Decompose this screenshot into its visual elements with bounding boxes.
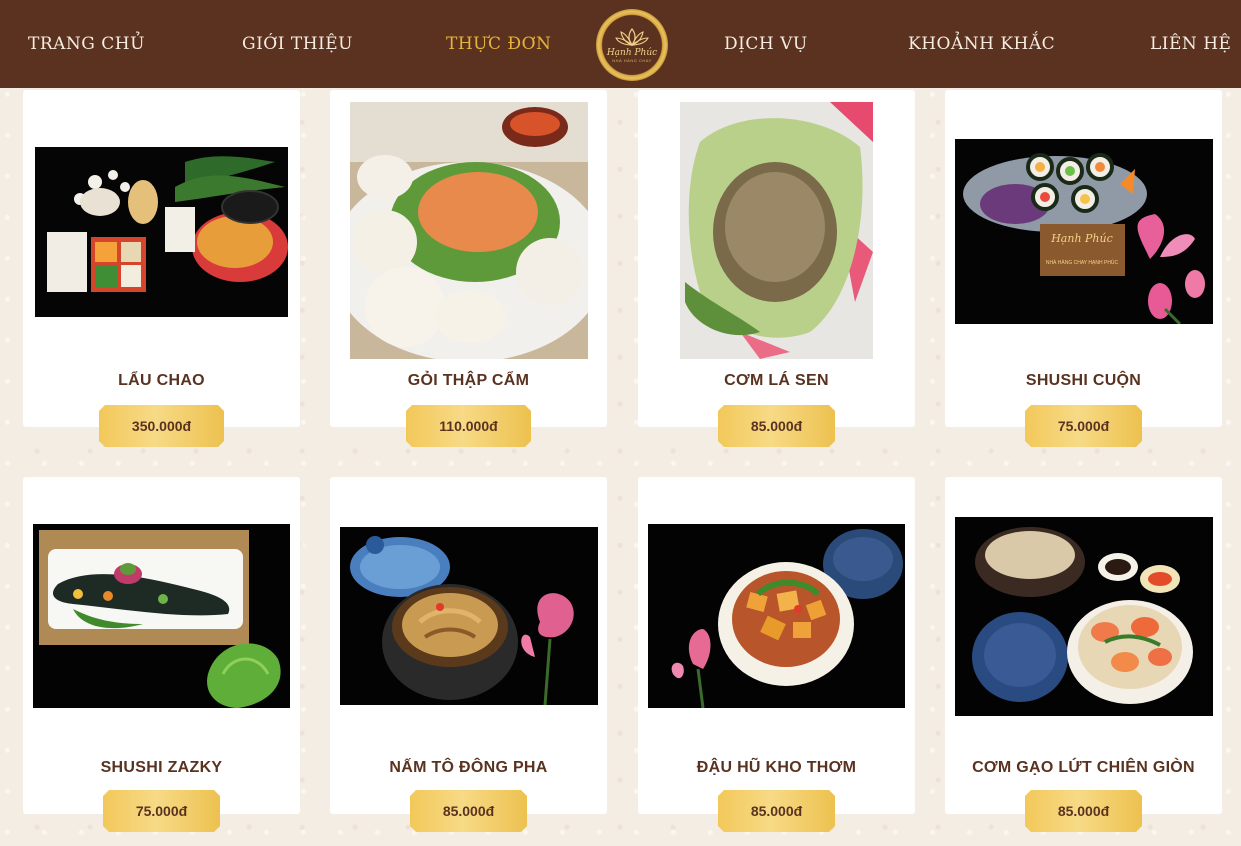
price-tag[interactable]: 85.000đ [718,405,835,447]
menu-card[interactable]: CƠM GẠO LỨT CHIÊN GIÒN 85.000đ [945,477,1222,814]
menu-card[interactable]: NẤM TÔ ĐÔNG PHA 85.000đ [330,477,607,814]
dish-photo-lotus-rice [680,102,873,359]
menu-card[interactable]: ĐẬU HŨ KHO THƠM 85.000đ [638,477,915,814]
dish-photo-crispy-rice [955,517,1213,716]
dish-photo-braised-tofu [648,524,905,708]
menu-card[interactable]: SHUSHI ZAZKY 75.000đ [23,477,300,814]
dish-photo-salad [350,102,588,359]
nav-item-about[interactable]: GIỚI THIỆU [242,0,353,88]
menu-card[interactable]: CƠM LÁ SEN 85.000đ [638,90,915,427]
price-tag[interactable]: 75.000đ [1025,405,1142,447]
dish-name: SHUSHI CUỘN [1025,372,1142,389]
price-tag[interactable]: 110.000đ [406,405,531,447]
nav-item-contact[interactable]: LIÊN HỆ [1150,0,1231,88]
dish-photo-sushi-zazky [33,524,290,708]
price-tag[interactable]: 350.000đ [99,405,224,447]
dish-name: LẨU CHAO [118,372,205,389]
price-tag[interactable]: 85.000đ [718,790,835,832]
dish-name: CƠM GẠO LỨT CHIÊN GIÒN [972,759,1195,776]
nav-item-menu[interactable]: THỰC ĐƠN [446,0,551,88]
dish-photo-hotpot [35,147,288,317]
price-tag[interactable]: 85.000đ [1025,790,1142,832]
nav-item-home[interactable]: TRANG CHỦ [28,0,145,88]
menu-card[interactable]: GỎI THẬP CẨM 110.000đ [330,90,607,427]
dish-photo-mushroom-pot [340,527,598,705]
photo-card-name: Hạnh Phúc [1050,232,1113,245]
dish-photo-sushi-rolls: Hạnh Phúc NHÀ HÀNG CHAY HẠNH PHÚC [955,139,1213,324]
photo-card-subtitle: NHÀ HÀNG CHAY HẠNH PHÚC [1046,259,1119,266]
top-navbar: TRANG CHỦ GIỚI THIỆU THỰC ĐƠN Hạnh Phúc … [0,0,1241,88]
logo-name: Hạnh Phúc [606,48,658,58]
price-tag[interactable]: 75.000đ [103,790,220,832]
dish-name: CƠM LÁ SEN [724,372,829,389]
dish-name: SHUSHI ZAZKY [100,759,223,776]
nav-item-moments[interactable]: KHOẢNH KHẮC [908,0,1055,88]
restaurant-logo[interactable]: Hạnh Phúc NHÀ HÀNG CHAY [596,9,668,81]
dish-name: ĐẬU HŨ KHO THƠM [696,759,857,776]
price-tag[interactable]: 85.000đ [410,790,527,832]
menu-card[interactable]: LẨU CHAO 350.000đ [23,90,300,427]
nav-item-services[interactable]: DỊCH VỤ [724,0,808,88]
logo-subtitle: NHÀ HÀNG CHAY [612,58,652,63]
dish-name: GỎI THẬP CẨM [407,372,530,389]
dish-name: NẤM TÔ ĐÔNG PHA [389,759,548,776]
menu-card[interactable]: Hạnh Phúc NHÀ HÀNG CHAY HẠNH PHÚC SHUSHI… [945,90,1222,427]
lotus-icon [615,28,649,46]
